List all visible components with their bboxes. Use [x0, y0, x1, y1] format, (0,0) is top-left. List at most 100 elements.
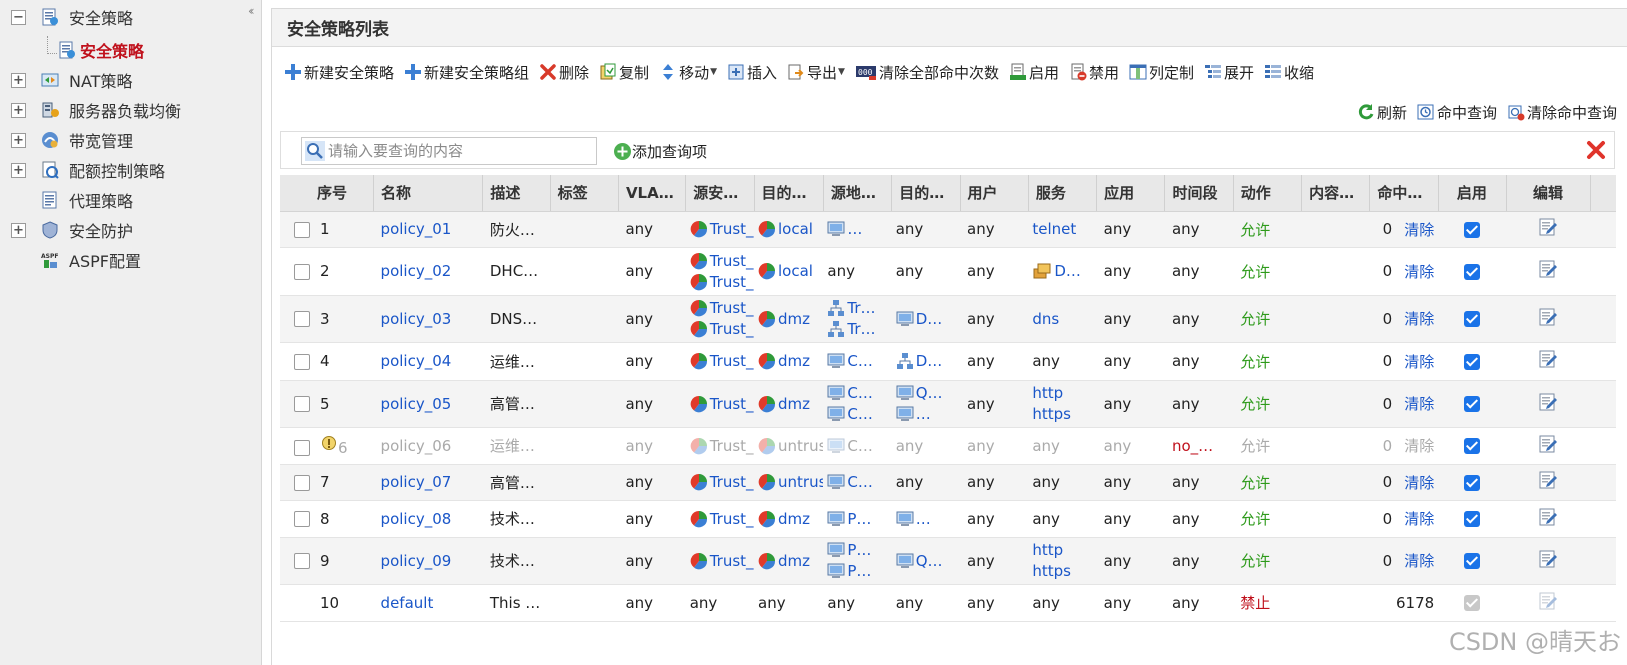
dest-address-cell-value[interactable]: …: [916, 405, 931, 423]
source-zone-cell-value[interactable]: Trust_: [710, 252, 754, 270]
dest-zone-cell-value[interactable]: dmz: [778, 552, 810, 570]
dest-address-cell-value[interactable]: D…: [916, 310, 943, 328]
policy-name-link[interactable]: policy_07: [381, 473, 452, 491]
refresh-button[interactable]: 刷新: [1357, 102, 1407, 123]
disable-button[interactable]: 禁用: [1069, 62, 1119, 83]
source-zone-cell-value[interactable]: Trust_: [710, 273, 754, 291]
dest-address-cell-value[interactable]: Q…: [916, 384, 943, 402]
column-header[interactable]: 启用: [1438, 175, 1508, 212]
source-zone-cell-value[interactable]: Trust_: [710, 473, 754, 491]
column-header[interactable]: 名称: [373, 175, 484, 212]
new-policy-group-button[interactable]: 新建安全策略组: [404, 62, 529, 83]
edit-icon[interactable]: [1538, 349, 1558, 369]
source-address-cell-value[interactable]: C…: [847, 384, 872, 402]
table-row[interactable]: 9 policy_09 技术… any Trust_ dmz P… P… Q… any http ht…: [280, 537, 1616, 585]
edit-icon[interactable]: [1538, 307, 1558, 327]
sidebar-item-nat-policy[interactable]: + NAT策略: [0, 66, 240, 94]
row-select-checkbox[interactable]: [294, 440, 310, 456]
enable-button[interactable]: 启用: [1009, 62, 1059, 83]
dest-address-cell-value[interactable]: Q…: [916, 552, 943, 570]
row-select-checkbox[interactable]: [294, 474, 310, 491]
sidebar-item-bandwidth[interactable]: + 带宽管理: [0, 126, 240, 154]
dest-zone-cell-value[interactable]: dmz: [778, 310, 810, 328]
column-header[interactable]: 服务: [1028, 175, 1098, 212]
source-address-cell-value[interactable]: C…: [847, 437, 872, 455]
expand-toggle-icon[interactable]: +: [11, 162, 26, 178]
table-row[interactable]: 5 policy_05 高管… any Trust_ dmz C… C… Q…… any http h…: [280, 380, 1616, 428]
sidebar-item-security-policy[interactable]: 安全策略: [0, 36, 200, 64]
source-address-cell-value[interactable]: C…: [847, 352, 872, 370]
edit-icon[interactable]: [1538, 591, 1558, 611]
column-header[interactable]: 标签: [550, 175, 619, 212]
table-row[interactable]: 1 policy_01 防火… any Trust_ local … any any telnet…: [280, 211, 1616, 248]
policy-name-link[interactable]: policy_01: [381, 220, 452, 238]
edit-icon[interactable]: [1538, 259, 1558, 279]
source-zone-cell-value[interactable]: Trust_: [710, 552, 754, 570]
collapse-sidebar-icon[interactable]: ‹‹: [248, 4, 254, 18]
clear-hits-link[interactable]: 清除: [1404, 472, 1434, 493]
source-zone-cell-value[interactable]: Trust_: [710, 437, 754, 455]
source-zone-cell-value[interactable]: Trust_: [710, 220, 754, 238]
sidebar-item-server-lb[interactable]: + 服务器负载均衡: [0, 96, 240, 124]
close-icon[interactable]: [1586, 140, 1606, 160]
expand-toggle-icon[interactable]: +: [11, 102, 26, 118]
add-query-button[interactable]: 添加查询项: [613, 141, 707, 162]
enabled-checkbox[interactable]: [1463, 263, 1480, 280]
row-select-checkbox[interactable]: [294, 311, 310, 327]
column-header[interactable]: 源地…: [823, 175, 893, 212]
table-row[interactable]: 4 policy_04 运维… any Trust_ dmz C… D… any any any an…: [280, 342, 1616, 381]
dest-address-cell-value[interactable]: D…: [916, 352, 943, 370]
column-header[interactable]: 序号: [280, 175, 375, 212]
hit-query-button[interactable]: 命中查询: [1417, 102, 1497, 123]
column-header[interactable]: 描述: [482, 175, 551, 212]
dest-zone-cell-value[interactable]: dmz: [778, 510, 810, 528]
new-policy-button[interactable]: 新建安全策略: [284, 62, 394, 83]
row-select-checkbox[interactable]: [294, 396, 310, 412]
edit-icon[interactable]: [1538, 434, 1558, 454]
service-cell-value[interactable]: http: [1032, 384, 1063, 402]
table-row[interactable]: 3 policy_03 DNS… any Trust_ Trust_ dmz Tr… Tr… D……: [280, 295, 1616, 343]
column-header[interactable]: 应用: [1096, 175, 1166, 212]
service-cell-value[interactable]: http: [1032, 541, 1063, 559]
clear-hits-link[interactable]: 清除: [1404, 308, 1434, 329]
row-select-checkbox[interactable]: [294, 511, 310, 527]
row-select-checkbox[interactable]: [294, 221, 310, 238]
column-header[interactable]: 时间段: [1164, 175, 1234, 212]
enabled-checkbox[interactable]: [1463, 396, 1480, 412]
enabled-checkbox[interactable]: [1463, 511, 1480, 527]
export-button[interactable]: 导出 ▼: [787, 62, 845, 83]
enabled-checkbox[interactable]: [1463, 553, 1480, 569]
move-button[interactable]: 移动 ▼: [659, 62, 717, 83]
service-cell-value[interactable]: telnet: [1032, 220, 1076, 238]
expand-button[interactable]: 展开: [1204, 62, 1254, 83]
column-header[interactable]: 编辑: [1506, 175, 1592, 212]
expand-toggle-icon[interactable]: +: [11, 222, 26, 238]
dest-zone-cell-value[interactable]: dmz: [778, 395, 810, 413]
source-address-cell-value[interactable]: P…: [847, 562, 871, 580]
source-zone-cell-value[interactable]: Trust_: [710, 510, 754, 528]
enabled-checkbox[interactable]: [1463, 221, 1480, 238]
edit-icon[interactable]: [1538, 470, 1558, 490]
policy-name-link[interactable]: policy_03: [381, 310, 452, 328]
enabled-checkbox[interactable]: [1463, 438, 1480, 454]
policy-name-link[interactable]: policy_05: [381, 395, 452, 413]
dest-address-cell-value[interactable]: …: [916, 510, 931, 528]
enabled-checkbox[interactable]: [1463, 474, 1480, 491]
clear-hits-link[interactable]: 清除: [1404, 550, 1434, 571]
clear-hits-link[interactable]: 清除: [1404, 261, 1434, 282]
clear-hits-link[interactable]: 清除: [1404, 435, 1434, 456]
insert-button[interactable]: 插入: [727, 62, 777, 83]
column-header[interactable]: 用户: [960, 175, 1029, 212]
row-select-checkbox[interactable]: [294, 353, 310, 370]
clear-hits-link[interactable]: 清除: [1404, 393, 1434, 414]
search-box[interactable]: [301, 137, 597, 165]
enabled-checkbox[interactable]: [1463, 311, 1480, 327]
service-cell-value[interactable]: https: [1032, 562, 1071, 580]
source-zone-cell-value[interactable]: Trust_: [710, 395, 754, 413]
sidebar-item-quota[interactable]: + 配额控制策略: [0, 156, 240, 184]
source-zone-cell-value[interactable]: Trust_: [710, 320, 754, 338]
column-header[interactable]: 源安…: [685, 175, 755, 212]
enabled-checkbox[interactable]: [1463, 353, 1480, 370]
dest-zone-cell-value[interactable]: untrus: [778, 437, 823, 455]
row-select-checkbox[interactable]: [294, 553, 310, 569]
